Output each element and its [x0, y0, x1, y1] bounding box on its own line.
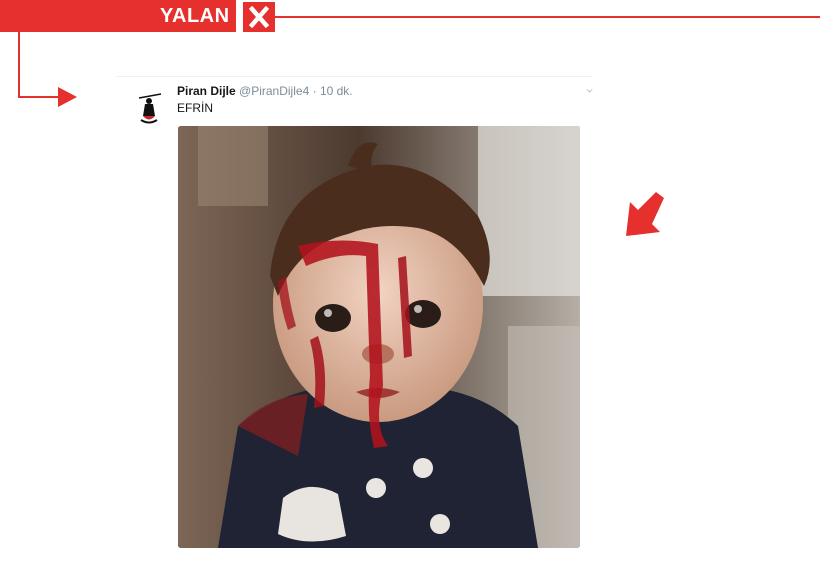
separator-dot: · — [312, 84, 317, 98]
tweet-text: EFRİN — [177, 101, 213, 115]
author-name[interactable]: Piran Dijle — [177, 84, 236, 98]
avatar[interactable] — [135, 92, 165, 126]
arrow-right-icon — [58, 87, 78, 112]
arrow-down-left-icon — [620, 192, 668, 243]
tweet-timestamp[interactable]: 10 dk. — [320, 84, 353, 98]
connector-line-horizontal — [18, 96, 60, 98]
author-handle[interactable]: @PiranDijle4 — [239, 84, 309, 98]
verdict-label: YALAN — [160, 5, 230, 27]
banner-divider-line — [275, 16, 820, 18]
tweet-author-line: Piran Dijle @PiranDijle4 · 10 dk. — [177, 84, 353, 98]
close-icon — [243, 2, 275, 32]
connector-line-vertical — [18, 32, 20, 98]
tweet-photo[interactable] — [178, 126, 580, 548]
